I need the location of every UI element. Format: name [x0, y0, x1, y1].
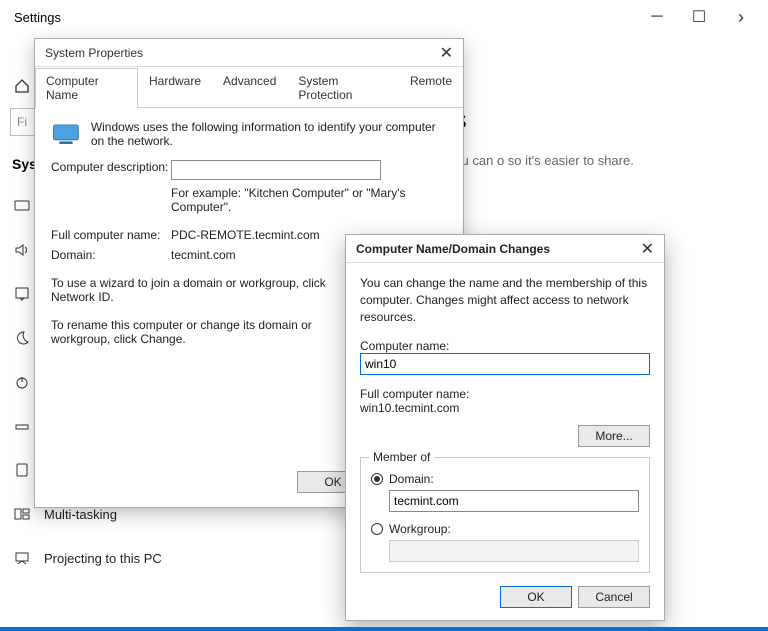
minimize-icon[interactable]: ─ — [650, 10, 664, 24]
computer-icon — [51, 120, 81, 148]
more-button[interactable]: More... — [578, 425, 650, 447]
member-of-label: Member of — [369, 450, 434, 464]
find-setting-input[interactable]: Fi — [10, 108, 36, 136]
close-icon[interactable]: ✕ — [641, 239, 654, 259]
project-icon — [14, 550, 30, 566]
domain-input[interactable] — [389, 490, 639, 512]
sound-icon — [14, 242, 30, 258]
sysprop-titlebar[interactable]: System Properties ✕ — [35, 39, 463, 67]
domain-changes-dialog: Computer Name/Domain Changes ✕ You can c… — [345, 234, 665, 621]
tab-advanced[interactable]: Advanced — [212, 68, 287, 108]
tab-system-protection[interactable]: System Protection — [287, 68, 399, 108]
power-icon — [14, 374, 30, 390]
dnschg-titlebar[interactable]: Computer Name/Domain Changes ✕ — [346, 235, 664, 263]
sidebar-item-projecting[interactable]: Projecting to this PC — [0, 536, 190, 580]
member-of-group: Member of Domain: Workgroup: — [360, 457, 650, 573]
cancel-button[interactable]: Cancel — [578, 586, 650, 608]
tablet-icon — [14, 462, 30, 478]
close-icon[interactable]: › — [734, 10, 748, 24]
notify-icon — [14, 286, 30, 302]
tab-computer-name[interactable]: Computer Name — [35, 68, 138, 108]
multitask-icon — [14, 506, 30, 522]
label: Multi-tasking — [44, 507, 117, 522]
settings-title: Settings — [6, 10, 61, 25]
rename-text: To rename this computer or change its do… — [51, 318, 351, 346]
wizard-text: To use a wizard to join a domain or work… — [51, 276, 351, 304]
settings-titlebar: Settings ─ ☐ › — [0, 0, 768, 34]
explain-text: You can change the name and the membersh… — [360, 275, 650, 325]
home-icon — [14, 78, 30, 94]
find-label: Fi — [17, 115, 27, 129]
full-name-label: Full computer name: — [360, 387, 650, 401]
workgroup-radio[interactable] — [371, 523, 383, 535]
tab-remote[interactable]: Remote — [399, 68, 463, 108]
storage-icon — [14, 418, 30, 434]
taskbar — [0, 627, 768, 631]
desc-note: For example: "Kitchen Computer" or "Mary… — [171, 186, 447, 214]
ok-button[interactable]: OK — [500, 586, 572, 608]
close-icon[interactable]: ✕ — [440, 43, 453, 63]
computer-description-input[interactable] — [171, 160, 381, 180]
domain-label: Domain: — [51, 248, 171, 262]
full-name-value: win10.tecmint.com — [360, 401, 650, 415]
sysprop-tabs: Computer Name Hardware Advanced System P… — [35, 67, 463, 108]
sysprop-title-text: System Properties — [45, 46, 143, 60]
workgroup-input — [389, 540, 639, 562]
domain-radio[interactable] — [371, 473, 383, 485]
label: Projecting to this PC — [44, 551, 162, 566]
maximize-icon[interactable]: ☐ — [692, 10, 706, 24]
full-name-label: Full computer name: — [51, 228, 171, 242]
desc-label: Computer description: — [51, 160, 171, 180]
intro-text: Windows uses the following information t… — [91, 120, 447, 148]
tab-hardware[interactable]: Hardware — [138, 68, 212, 108]
computer-name-label: Computer name: — [360, 339, 650, 353]
domain-radio-label: Domain: — [389, 472, 434, 486]
dnschg-title-text: Computer Name/Domain Changes — [356, 242, 550, 256]
moon-icon — [14, 330, 30, 346]
window-controls: ─ ☐ › — [650, 10, 762, 24]
workgroup-radio-label: Workgroup: — [389, 522, 451, 536]
computer-name-input[interactable] — [360, 353, 650, 375]
display-icon — [14, 198, 30, 214]
